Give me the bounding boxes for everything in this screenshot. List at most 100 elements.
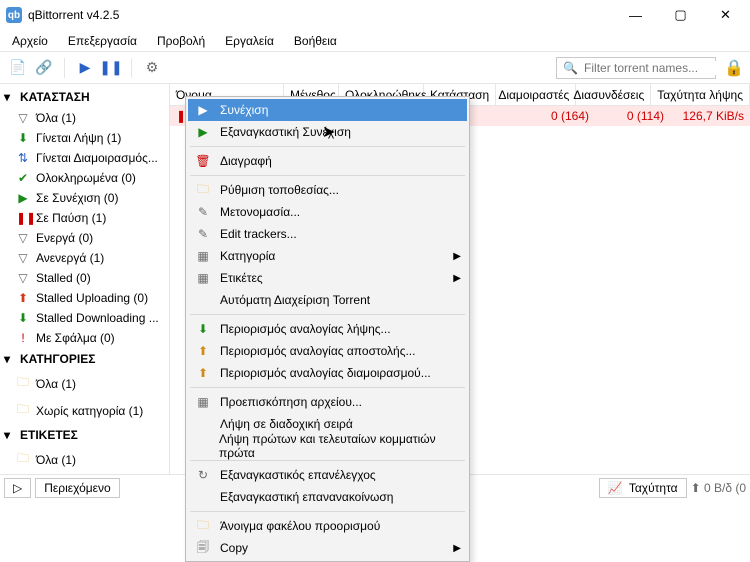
ctx-item[interactable]: Εξαναγκαστική επανανακοίνωση	[188, 486, 467, 508]
status-icon: ▶	[16, 191, 30, 205]
search-box[interactable]: 🔍	[556, 57, 716, 79]
ctx-icon: 🗐	[194, 538, 212, 559]
add-torrent-file-icon[interactable]: 📄	[6, 56, 30, 80]
sidebar-item-label: Όλα (1)	[36, 111, 76, 125]
sidebar-section[interactable]: ▾ΚΑΤΑΣΤΑΣΗ	[2, 86, 167, 108]
ctx-item[interactable]: 🗐Copy▶	[188, 537, 467, 559]
ctx-item[interactable]: ⬇Περιορισμός αναλογίας λήψης...	[188, 318, 467, 340]
ctx-item[interactable]: ▦Ετικέτες▶	[188, 267, 467, 289]
status-icon: 🗀	[16, 449, 30, 470]
ctx-item[interactable]: 🗀Άνοιγμα φακέλου προορισμού	[188, 515, 467, 537]
ctx-separator	[190, 314, 465, 315]
sidebar-item[interactable]: ⇅Γίνεται Διαμοιρασμός...	[2, 148, 167, 168]
maximize-button[interactable]: ▢	[658, 1, 703, 29]
panel-content-button[interactable]: Περιεχόμενο	[35, 478, 119, 498]
sidebar-item-label: Ολοκληρωμένα (0)	[36, 171, 136, 185]
ctx-separator	[190, 146, 465, 147]
resume-icon[interactable]: ▶	[73, 56, 97, 80]
ctx-item[interactable]: ⬆Περιορισμός αναλογίας διαμοιρασμού...	[188, 362, 467, 384]
status-icon: !	[16, 331, 30, 345]
col-dlspeed[interactable]: Ταχύτητα λήψης	[651, 84, 750, 105]
sidebar-item[interactable]: ▽ Όλα (1)	[2, 108, 167, 128]
ctx-icon: ▦	[194, 249, 212, 263]
sidebar-section[interactable]: ▾ΕΤΙΚΕΤΕΣ	[2, 424, 167, 446]
minimize-button[interactable]: —	[613, 1, 658, 29]
sidebar-item[interactable]: 🗀Όλα (1)	[2, 370, 167, 397]
ctx-item[interactable]: Αυτόματη Διαχείριση Torrent	[188, 289, 467, 311]
sidebar-item[interactable]: !Με Σφάλμα (0)	[2, 328, 167, 348]
ctx-item[interactable]: ▦Κατηγορία▶	[188, 245, 467, 267]
sidebar-item[interactable]: ⬇Stalled Downloading ...	[2, 308, 167, 328]
col-peers[interactable]: Διασυνδέσεις	[576, 84, 651, 105]
sidebar-item-label: Stalled (0)	[36, 271, 91, 285]
search-input[interactable]	[584, 61, 739, 75]
cell-seeds: 0 (164)	[515, 109, 595, 123]
ctx-icon: ✎	[194, 227, 212, 241]
ctx-separator	[190, 175, 465, 176]
ctx-item[interactable]: 🗀Ρύθμιση τοποθεσίας...	[188, 179, 467, 201]
menu-tools[interactable]: Εργαλεία	[215, 32, 284, 50]
pause-icon[interactable]: ❚❚	[99, 56, 123, 80]
ctx-label: Κατηγορία	[220, 249, 275, 263]
sidebar-item[interactable]: ▽Stalled (0)	[2, 268, 167, 288]
sidebar-item[interactable]: ❚❚ Σε Παύση (1)	[2, 208, 167, 228]
status-icon: ▽	[16, 111, 30, 125]
ctx-label: Άνοιγμα φακέλου προορισμού	[220, 519, 380, 533]
status-icon: ❚❚	[16, 211, 30, 225]
ctx-separator	[190, 460, 465, 461]
lock-icon[interactable]: 🔒	[724, 58, 744, 78]
sidebar-item[interactable]: 🗀Όλα (1)	[2, 446, 167, 473]
search-icon: 🔍	[563, 61, 578, 75]
sidebar-item[interactable]: ▽Ανενεργά (1)	[2, 248, 167, 268]
title-bar: qb qBittorrent v4.2.5 — ▢ ✕	[0, 0, 750, 30]
ctx-item[interactable]: ▦ Προεπισκόπηση αρχείου...	[188, 391, 467, 413]
menu-help[interactable]: Βοήθεια	[284, 32, 347, 50]
sidebar-item-label: Σε Παύση (1)	[36, 211, 106, 225]
col-seeds[interactable]: Διαμοιραστές	[496, 84, 576, 105]
settings-icon[interactable]: ⚙	[140, 56, 164, 80]
status-icon: ✔	[16, 171, 30, 185]
sidebar-item[interactable]: 🗀Χωρίς κατηγορία (1)	[2, 397, 167, 424]
ctx-item[interactable]: ✎Μετονομασία...	[188, 201, 467, 223]
ctx-label: Προεπισκόπηση αρχείου...	[220, 395, 362, 409]
cursor-icon: ➤	[322, 122, 335, 142]
ctx-icon: ▶	[194, 103, 212, 117]
upload-speed: ⬆ 0 B/δ (0	[691, 481, 746, 495]
sidebar-section[interactable]: ▾ΚΑΤΗΓΟΡΙΕΣ	[2, 348, 167, 370]
sidebar-item-label: Ενεργά (0)	[36, 231, 93, 245]
sidebar-item[interactable]: ▽ Ενεργά (0)	[2, 228, 167, 248]
ctx-separator	[190, 511, 465, 512]
sidebar-item[interactable]: ▶ Σε Συνέχιση (0)	[2, 188, 167, 208]
ctx-icon: ▦	[194, 395, 212, 409]
menu-edit[interactable]: Επεξεργασία	[58, 32, 147, 50]
window-title: qBittorrent v4.2.5	[28, 8, 613, 22]
sidebar-item[interactable]: ⬇Γίνεται Λήψη (1)	[2, 128, 167, 148]
menu-view[interactable]: Προβολή	[147, 32, 215, 50]
sidebar-item[interactable]: ✔ Ολοκληρωμένα (0)	[2, 168, 167, 188]
close-button[interactable]: ✕	[703, 1, 748, 29]
sidebar-item-label: Γίνεται Λήψη (1)	[36, 131, 121, 145]
ctx-label: Εξαναγκαστικός επανέλεγχος	[220, 468, 376, 482]
status-icon: ▽	[16, 251, 30, 265]
ctx-item[interactable]: ✎Edit trackers...	[188, 223, 467, 245]
ctx-item[interactable]: ↻Εξαναγκαστικός επανέλεγχος	[188, 464, 467, 486]
ctx-item[interactable]: Λήψη πρώτων και τελευταίων κομματιών πρώ…	[188, 435, 467, 457]
ctx-label: Μετονομασία...	[220, 205, 300, 219]
sidebar-item-label: Χωρίς κατηγορία (1)	[36, 404, 143, 418]
ctx-item[interactable]: ⬆Περιορισμός αναλογίας αποστολής...	[188, 340, 467, 362]
panel-speed-button[interactable]: 📈 Ταχύτητα	[599, 478, 687, 498]
ctx-icon: 🗑	[194, 154, 212, 168]
panel-toggle-button[interactable]: ▷	[4, 478, 31, 498]
menu-bar: Αρχείο Επεξεργασία Προβολή Εργαλεία Βοήθ…	[0, 30, 750, 52]
add-torrent-link-icon[interactable]: 🔗	[32, 56, 56, 80]
menu-file[interactable]: Αρχείο	[2, 32, 58, 50]
app-icon: qb	[6, 7, 22, 23]
sidebar-item-label: Σε Συνέχιση (0)	[36, 191, 118, 205]
status-icon: ▽	[16, 231, 30, 245]
sidebar-item[interactable]: 🗀Χωρίς ετικέτα (1)	[2, 473, 167, 474]
ctx-item[interactable]: ▶Συνέχιση	[188, 99, 467, 121]
ctx-label: Αυτόματη Διαχείριση Torrent	[220, 293, 370, 307]
sidebar-item[interactable]: ⬆Stalled Uploading (0)	[2, 288, 167, 308]
ctx-item[interactable]: 🗑Διαγραφή	[188, 150, 467, 172]
ctx-separator	[190, 387, 465, 388]
